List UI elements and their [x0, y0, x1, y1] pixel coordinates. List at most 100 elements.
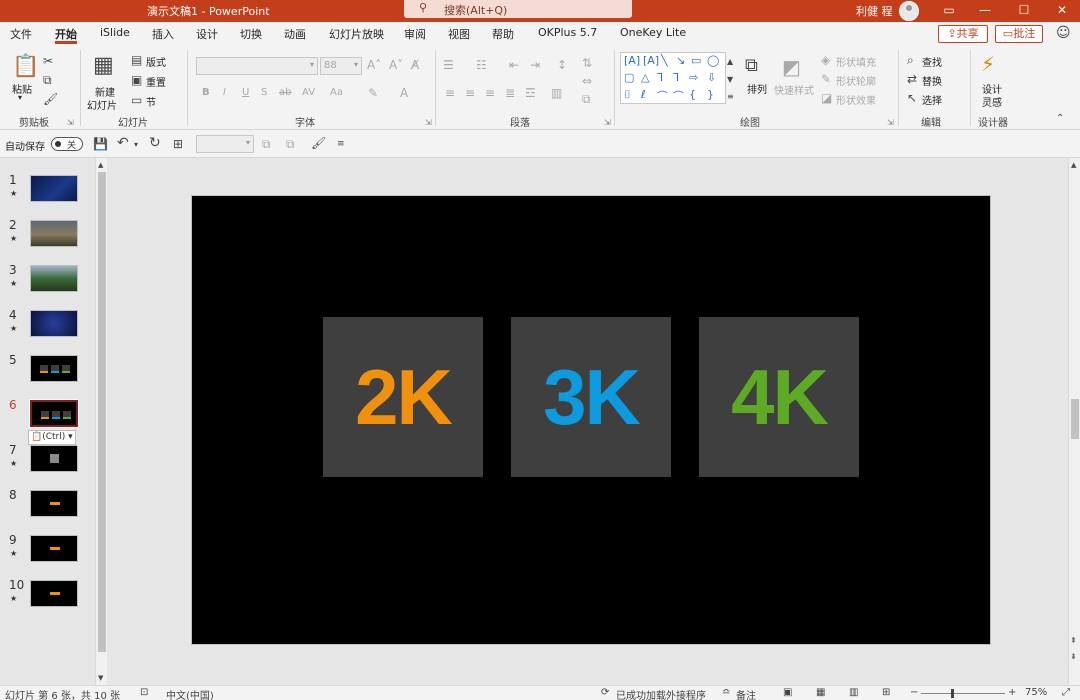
format-brush-icon[interactable]: 🖌 [311, 136, 326, 150]
arc-shape-icon[interactable]: ⌒ [673, 88, 684, 104]
justify-icon[interactable]: ≣ [505, 86, 515, 100]
align-text-icon[interactable]: ⇔ [582, 74, 592, 88]
undo-icon[interactable]: ↶ [117, 136, 129, 150]
shape-effects-button[interactable]: 形状效果 [836, 92, 876, 107]
shape-effects-icon[interactable]: ◪ [821, 91, 832, 105]
slide-thumbnail[interactable] [30, 220, 78, 247]
align-center-icon[interactable]: ≡ [465, 86, 475, 100]
tab-islide[interactable]: iSlide [100, 26, 130, 39]
curve-shape-icon[interactable]: ⌒ [657, 88, 668, 104]
quick-styles-icon[interactable]: ◩ [782, 56, 801, 78]
section-button[interactable]: 节 [146, 94, 156, 109]
drawing-launcher-icon[interactable]: ⇲ [887, 118, 894, 127]
language-indicator[interactable]: 中文(中国) [166, 687, 214, 700]
layout-button[interactable]: 版式 [146, 54, 166, 69]
ribbon-display-options-button[interactable]: ▭ [929, 0, 969, 22]
underline-button[interactable]: U [242, 87, 249, 98]
fit-slide-icon[interactable]: ⤢ [1062, 687, 1070, 698]
font-size-combo[interactable]: 88 ▾ [320, 57, 362, 75]
zoom-slider-thumb[interactable] [951, 689, 954, 698]
paste-dropdown-icon[interactable]: ▾ [18, 93, 22, 102]
rounded-rect-shape-icon[interactable]: ▢ [624, 71, 634, 84]
shape-fill-icon[interactable]: ◈ [821, 53, 830, 67]
font-name-combo[interactable]: ▾ [196, 57, 318, 75]
reset-icon[interactable]: ▣ [131, 73, 142, 87]
freeform-shape-icon[interactable]: ℓ [641, 88, 646, 101]
tab-file[interactable]: 文件 [10, 26, 32, 42]
slide-thumbnail[interactable] [30, 535, 78, 562]
arrow-line-shape-icon[interactable]: ↘ [676, 54, 685, 67]
save-icon[interactable]: 💾 [93, 137, 108, 151]
down-arrow-shape-icon[interactable]: ⇩ [707, 71, 716, 84]
feedback-smiley-icon[interactable]: ☺ [1056, 25, 1071, 41]
slide-thumbnail[interactable] [30, 490, 78, 517]
line-spacing-icon[interactable]: ↕ [557, 58, 567, 72]
increase-font-icon[interactable]: A˄ [367, 58, 381, 72]
change-case-icon[interactable]: Aa [330, 86, 343, 100]
designer-icon[interactable]: ⚡ [981, 53, 995, 75]
maximize-button[interactable]: ☐ [1004, 0, 1044, 22]
format-painter-icon[interactable]: 🖌 [43, 92, 58, 106]
new-slide-icon[interactable]: ▦ [93, 54, 114, 78]
collapse-ribbon-icon[interactable]: ⌃ [1056, 112, 1064, 126]
undo-dropdown-icon[interactable]: ▾ [134, 138, 138, 152]
paste-icon[interactable]: 📋 [12, 55, 39, 79]
scroll-down-icon[interactable]: ▼ [98, 671, 103, 685]
previous-slide-icon[interactable]: ⇞ [1070, 634, 1077, 648]
tab-animations[interactable]: 动画 [284, 26, 306, 42]
align-left-icon[interactable]: ≡ [445, 86, 455, 100]
paragraph-launcher-icon[interactable]: ⇲ [604, 118, 611, 127]
shape-fill-button[interactable]: 形状填充 [836, 54, 876, 69]
tab-okplus[interactable]: OKPlus 5.7 [538, 26, 597, 39]
flowchart-shape-icon[interactable]: ⌷ [624, 88, 631, 102]
tab-transitions[interactable]: 切换 [240, 26, 262, 42]
right-brace-shape-icon[interactable]: } [707, 88, 714, 101]
shapes-more-icon[interactable]: ≡ [727, 90, 734, 104]
textbox-shape-icon[interactable]: [A] [624, 54, 640, 67]
tab-slideshow[interactable]: 幻灯片放映 [329, 26, 384, 42]
select-icon[interactable]: ↖ [907, 91, 917, 105]
scrollbar-thumb[interactable] [98, 172, 106, 652]
right-arrow-shape-icon[interactable]: ⇨ [689, 71, 698, 84]
scroll-up-icon[interactable]: ▲ [98, 158, 103, 172]
decrease-font-icon[interactable]: A˅ [389, 58, 403, 72]
oval-shape-icon[interactable]: ◯ [707, 54, 719, 67]
font-launcher-icon[interactable]: ⇲ [425, 118, 432, 127]
distribute-icon[interactable]: ☲ [525, 86, 536, 100]
clear-format-icon[interactable]: A̸ [411, 58, 419, 72]
scrollbar-thumb[interactable] [1071, 399, 1079, 439]
vertical-textbox-shape-icon[interactable]: [A] [643, 54, 659, 67]
left-brace-shape-icon[interactable]: { [689, 88, 696, 101]
slide-thumbnail[interactable] [30, 355, 78, 382]
strikethrough-button[interactable]: ab [279, 87, 291, 98]
designer-label-2[interactable]: 灵感 [982, 94, 1002, 109]
slide-thumbnail[interactable] [29, 399, 79, 428]
slide-scrollbar[interactable]: ▲ ⇞ ⇟ [1068, 158, 1080, 685]
notes-icon[interactable]: ≏ [722, 687, 730, 698]
smartart-icon[interactable]: ⧉ [582, 92, 591, 106]
line-shape-icon[interactable]: ╲ [661, 54, 668, 67]
cut-icon[interactable]: ✂ [43, 54, 53, 68]
replace-button[interactable]: 替换 [922, 73, 942, 88]
copy-icon[interactable]: ⧉ [43, 73, 52, 87]
zoom-out-icon[interactable]: − [910, 687, 918, 698]
thumbnail-scrollbar[interactable]: ▲ ▼ [95, 158, 107, 685]
slide-thumbnail[interactable] [30, 175, 78, 202]
char-spacing-icon[interactable]: AV [302, 86, 315, 100]
reset-button[interactable]: 重置 [146, 74, 166, 89]
search-box[interactable]: ⚲ 搜索(Alt+Q) [404, 0, 632, 18]
highlight-icon[interactable]: ✎ [368, 86, 378, 100]
next-slide-icon[interactable]: ⇟ [1070, 650, 1077, 664]
slide-box-2k[interactable]: 2K [323, 317, 483, 477]
select-button[interactable]: 选择 [922, 92, 942, 107]
zoom-in-icon[interactable]: + [1008, 687, 1016, 698]
customize-qat-icon[interactable]: ≡ [337, 137, 345, 151]
section-icon[interactable]: ▭ [131, 93, 142, 107]
start-presentation-icon[interactable]: ⊞ [173, 137, 183, 151]
slide-canvas[interactable]: 2K 3K 4K [191, 195, 991, 645]
tab-insert[interactable]: 插入 [152, 26, 174, 42]
share-button[interactable]: ⇪共享 [938, 25, 988, 43]
zoom-slider-track[interactable] [921, 693, 1005, 694]
find-button[interactable]: 查找 [922, 54, 942, 69]
connector-shape-icon[interactable]: ⅂ [657, 71, 663, 84]
